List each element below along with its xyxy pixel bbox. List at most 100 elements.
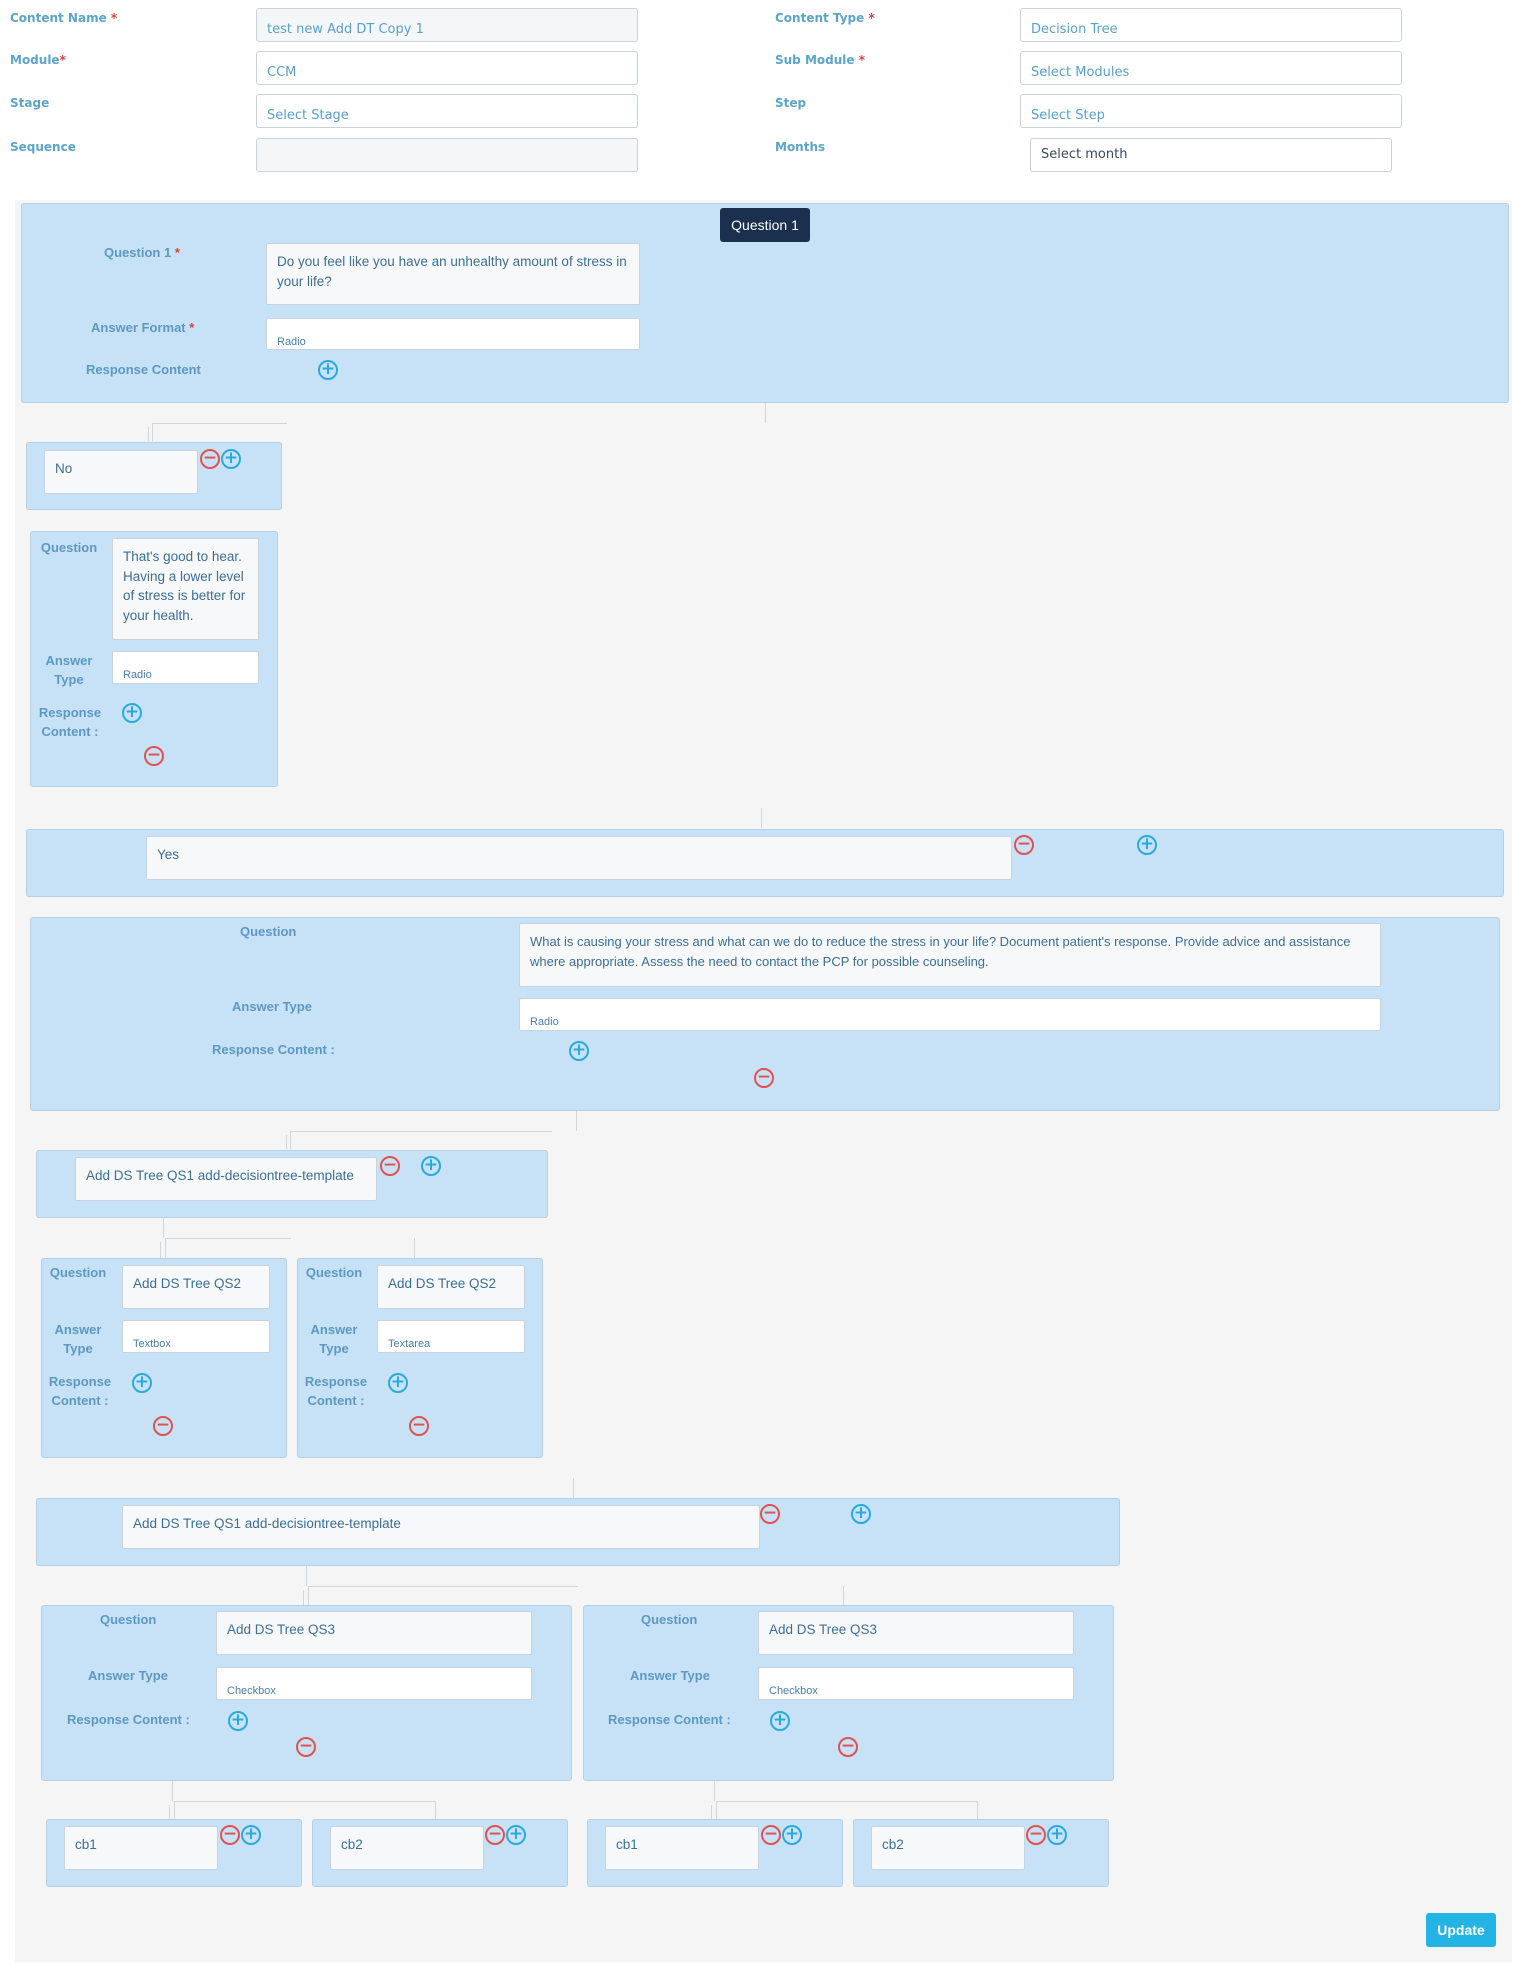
remove-question-minus-icon[interactable]: − — [838, 1737, 858, 1757]
stage-label: Stage — [10, 96, 50, 110]
sub2-right-answer-type-select[interactable]: Checkbox — [758, 1667, 1074, 1700]
yes-answer-type-select[interactable]: Radio — [519, 998, 1381, 1031]
answer-no-input[interactable]: No — [44, 450, 198, 494]
module-label: Module* — [10, 53, 66, 67]
sub2-right-question-text[interactable]: Add DS Tree QS3 — [758, 1611, 1074, 1655]
connector-line — [714, 1781, 715, 1801]
answer-yes-input[interactable]: Yes — [146, 836, 1012, 880]
step-label: Step — [775, 96, 807, 110]
stage-select[interactable]: Select Stage — [256, 94, 638, 128]
remove-answer-minus-icon[interactable]: − — [761, 1825, 781, 1845]
sub2-left-answer-type-select[interactable]: Checkbox — [216, 1667, 532, 1700]
connector-line — [711, 1805, 712, 1819]
connector-line — [573, 1478, 574, 1498]
add-answer-plus-icon[interactable]: + — [506, 1825, 526, 1845]
connector-line — [308, 1586, 309, 1606]
sub2-left-question-text[interactable]: Add DS Tree QS3 — [216, 1611, 532, 1655]
connector-line — [286, 1135, 287, 1149]
content-name-input[interactable]: test new Add DT Copy 1 — [256, 8, 638, 42]
module-select[interactable]: CCM — [256, 51, 638, 85]
yes-question-text[interactable]: What is causing your stress and what can… — [519, 923, 1381, 987]
leaf-answer-input[interactable]: cb1 — [605, 1826, 759, 1870]
connector-line — [163, 1218, 164, 1238]
yes-question-label: Question — [240, 924, 297, 939]
remove-question-minus-icon[interactable]: − — [144, 746, 164, 766]
sub1-left-question-label: Question — [49, 1265, 107, 1280]
remove-answer-minus-icon[interactable]: − — [485, 1825, 505, 1845]
remove-answer-minus-icon[interactable]: − — [220, 1825, 240, 1845]
remove-answer-minus-icon[interactable]: − — [1014, 835, 1034, 855]
add-answer-plus-icon[interactable]: + — [782, 1825, 802, 1845]
connector-line — [716, 1801, 978, 1802]
no-question-label: Question — [40, 540, 98, 555]
sub1-right-answer-type-select[interactable]: Textarea — [377, 1320, 525, 1353]
connector-line — [765, 403, 766, 423]
add-answer-plus-icon[interactable]: + — [851, 1504, 871, 1524]
months-select[interactable]: Select month — [1030, 138, 1392, 172]
step-select[interactable]: Select Step — [1020, 94, 1402, 128]
remove-answer-minus-icon[interactable]: − — [760, 1504, 780, 1524]
leaf-answer-input[interactable]: cb1 — [64, 1826, 218, 1870]
connector-line — [716, 1801, 717, 1819]
no-answer-type-label: Answer Type — [45, 653, 93, 687]
connector-line — [174, 1801, 436, 1802]
connector-line — [172, 1781, 173, 1801]
connector-line — [303, 1590, 304, 1606]
content-type-label: Content Type * — [775, 11, 875, 25]
remove-answer-minus-icon[interactable]: − — [380, 1156, 400, 1176]
add-response-plus-icon[interactable]: + — [388, 1373, 408, 1393]
add-answer-plus-icon[interactable]: + — [221, 449, 241, 469]
connector-line — [576, 1111, 577, 1131]
remove-answer-minus-icon[interactable]: − — [1026, 1825, 1046, 1845]
connector-line — [160, 1242, 161, 1258]
remove-question-minus-icon[interactable]: − — [754, 1068, 774, 1088]
remove-question-minus-icon[interactable]: − — [296, 1737, 316, 1757]
sub1-left-answer-type-select[interactable]: Textbox — [122, 1320, 270, 1353]
connector-line — [148, 427, 149, 441]
no-answer-type-select[interactable]: Radio — [112, 651, 259, 684]
sub1-left-question-text[interactable]: Add DS Tree QS2 — [122, 1265, 270, 1309]
add-response-plus-icon[interactable]: + — [122, 703, 142, 723]
sub-answer-2-input[interactable]: Add DS Tree QS1 add-decisiontree-templat… — [122, 1505, 760, 1549]
sub1-left-answer-type-label: Answer Type — [54, 1322, 102, 1356]
response-content-label: Response Content — [86, 362, 201, 377]
add-response-plus-icon[interactable]: + — [132, 1373, 152, 1393]
yes-response-content-label: Response Content : — [212, 1042, 335, 1057]
connector-line — [977, 1801, 978, 1819]
sub-module-label: Sub Module * — [775, 53, 865, 67]
sub1-right-response-label: Response Content : — [304, 1374, 368, 1408]
sub2-right-response-label: Response Content : — [608, 1712, 731, 1727]
answer-format-select[interactable]: Radio — [266, 318, 640, 350]
leaf-answer-input[interactable]: cb2 — [330, 1826, 484, 1870]
root-question-text[interactable]: Do you feel like you have an unhealthy a… — [266, 243, 640, 305]
remove-question-minus-icon[interactable]: − — [409, 1416, 429, 1436]
connector-line — [761, 808, 762, 828]
add-answer-plus-icon[interactable]: + — [241, 1825, 261, 1845]
add-answer-plus-icon[interactable]: + — [421, 1156, 441, 1176]
connector-line — [306, 1566, 307, 1586]
add-response-plus-icon[interactable]: + — [569, 1041, 589, 1061]
add-response-plus-icon[interactable]: + — [228, 1711, 248, 1731]
update-button[interactable]: Update — [1426, 1913, 1496, 1947]
yes-answer-type-label: Answer Type — [232, 999, 312, 1014]
add-answer-plus-icon[interactable]: + — [1047, 1825, 1067, 1845]
sequence-input[interactable] — [256, 138, 638, 172]
sub2-left-question-label: Question — [100, 1612, 157, 1627]
add-answer-plus-icon[interactable]: + — [1137, 835, 1157, 855]
leaf-answer-input[interactable]: cb2 — [871, 1826, 1025, 1870]
remove-answer-minus-icon[interactable]: − — [200, 449, 220, 469]
question-1-badge: Question 1 — [720, 208, 810, 242]
add-response-plus-icon[interactable]: + — [318, 360, 338, 380]
remove-question-minus-icon[interactable]: − — [153, 1416, 173, 1436]
months-label: Months — [775, 140, 826, 154]
content-type-select[interactable]: Decision Tree — [1020, 8, 1402, 42]
add-response-plus-icon[interactable]: + — [770, 1711, 790, 1731]
answer-format-label: Answer Format * — [91, 320, 195, 335]
sub-answer-1-input[interactable]: Add DS Tree QS1 add-decisiontree-templat… — [75, 1157, 377, 1201]
sub-module-select[interactable]: Select Modules — [1020, 51, 1402, 85]
connector-line — [843, 1586, 844, 1606]
no-question-text[interactable]: That's good to hear. Having a lower leve… — [112, 538, 259, 640]
connector-line — [152, 423, 153, 441]
sub1-right-question-text[interactable]: Add DS Tree QS2 — [377, 1265, 525, 1309]
sub1-right-answer-type-label: Answer Type — [310, 1322, 358, 1356]
